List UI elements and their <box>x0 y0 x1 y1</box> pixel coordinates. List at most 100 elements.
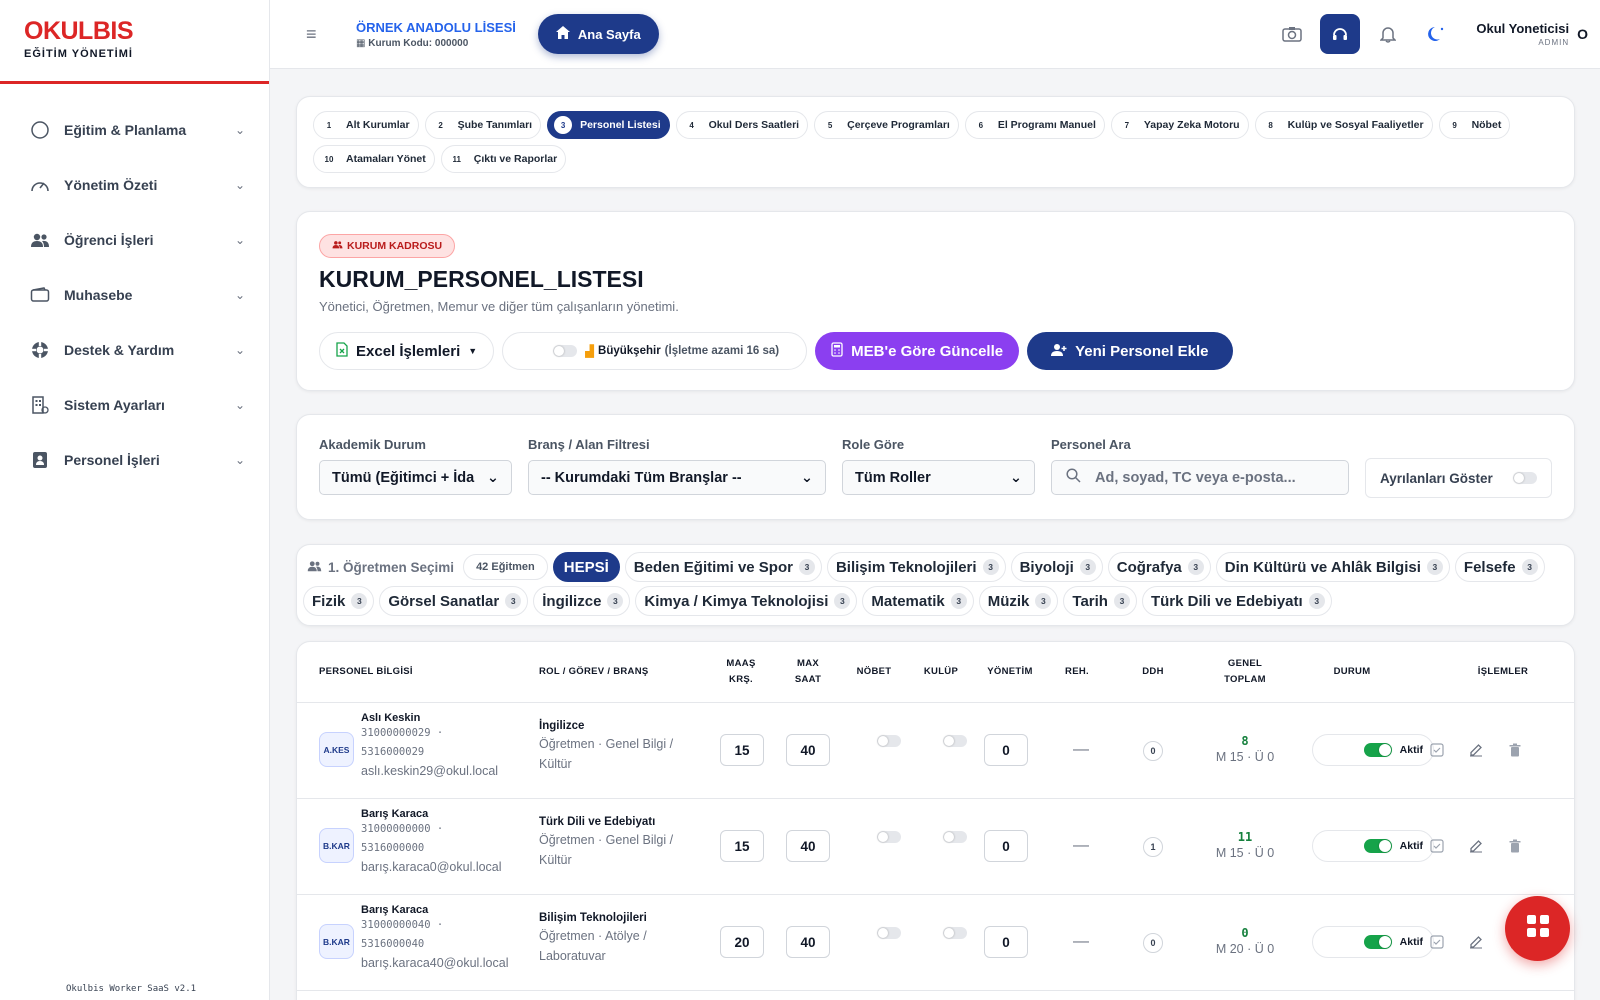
branch-chip[interactable]: Tarih 3 <box>1063 586 1137 616</box>
person-tc: 31000000029 <box>361 727 431 739</box>
excel-operations-button[interactable]: Excel İşlemleri ▼ <box>319 332 495 370</box>
admin-hours-input[interactable]: 0 <box>984 830 1028 862</box>
checklist-icon[interactable] <box>1429 934 1445 950</box>
duty-toggle[interactable] <box>877 735 901 747</box>
total-hours: 0 <box>1241 926 1249 940</box>
status-toggle[interactable]: Aktif <box>1312 830 1434 862</box>
trash-icon[interactable] <box>1507 742 1523 758</box>
club-toggle[interactable] <box>943 927 967 939</box>
search-input[interactable] <box>1095 469 1325 486</box>
show-departed-switch[interactable] <box>1513 472 1537 484</box>
club-toggle[interactable] <box>943 831 967 843</box>
admin-hours-input[interactable]: 0 <box>984 926 1028 958</box>
headset-icon[interactable] <box>1320 14 1361 54</box>
sidebar-item-destek-yardim[interactable]: Destek & Yardım ⌄ <box>0 322 269 377</box>
avatar[interactable]: O <box>1577 26 1588 42</box>
status-label: Aktif <box>1399 936 1423 948</box>
step-tab-10[interactable]: 10 Atamaları Yönet <box>313 145 435 173</box>
sidebar-item-egitim-planlama[interactable]: Eğitim & Planlama ⌄ <box>0 102 269 157</box>
max-hours-input[interactable]: 40 <box>786 830 830 862</box>
branch-chip[interactable]: Din Kültürü ve Ahlâk Bilgisi 3 <box>1215 552 1450 582</box>
add-personnel-button[interactable]: Yeni Personel Ekle <box>1027 332 1233 370</box>
branch-chip[interactable]: Müzik 3 <box>978 586 1059 616</box>
sidebar-item-sistem-ayarlari[interactable]: Sistem Ayarları ⌄ <box>0 377 269 432</box>
camera-icon[interactable] <box>1272 14 1312 54</box>
pay-input[interactable]: 20 <box>720 926 764 958</box>
step-tab-7[interactable]: 7 Yapay Zeka Motoru <box>1110 111 1249 139</box>
edit-icon[interactable] <box>1468 838 1484 854</box>
branch-chip[interactable]: Türk Dili ve Edebiyatı 3 <box>1141 586 1332 616</box>
apps-fab-button[interactable] <box>1505 896 1570 961</box>
pay-input[interactable]: 15 <box>720 734 764 766</box>
sidebar-item-personel-isleri[interactable]: Personel İşleri ⌄ <box>0 432 269 487</box>
sidebar-item-ogrenci-isleri[interactable]: Öğrenci İşleri ⌄ <box>0 212 269 267</box>
status-toggle[interactable]: Aktif <box>1312 926 1434 958</box>
max-hours-input[interactable]: 40 <box>786 926 830 958</box>
edit-icon[interactable] <box>1468 742 1484 758</box>
table-cell <box>1429 742 1445 758</box>
status-switch[interactable] <box>1363 935 1392 949</box>
branch-chip-all[interactable]: HEPSİ <box>552 552 620 582</box>
branch-chip[interactable]: Coğrafya 3 <box>1107 552 1211 582</box>
metropolitan-toggle[interactable]: ▟ Büyükşehir (İşletme azami 16 sa) <box>502 332 808 370</box>
duty-toggle[interactable] <box>877 831 901 843</box>
hamburger-menu-icon[interactable]: ≡ <box>306 24 326 45</box>
filters-card: Akademik Durum Tümü (Eğitimci + İda ⌄ Br… <box>296 414 1575 520</box>
table-cell <box>943 830 967 848</box>
role-select-value: Tüm Roller <box>855 469 931 486</box>
moon-icon[interactable] <box>1416 14 1456 54</box>
chevron-down-icon: ⌄ <box>234 397 245 412</box>
branch-chip[interactable]: Bilişim Teknolojileri 3 <box>826 552 1006 582</box>
sidebar-item-label: Sistem Ayarları <box>64 396 165 413</box>
brand[interactable]: OKULBIS EĞİTİM YÖNETİMİ <box>0 0 269 84</box>
branch-select[interactable]: -- Kurumdaki Tüm Branşlar -- ⌄ <box>528 460 826 495</box>
sidebar-item-muhasebe[interactable]: Muhasebe ⌄ <box>0 267 269 322</box>
branch-chip[interactable]: Felsefe 3 <box>1454 552 1545 582</box>
school-code-row: ▦ Kurum Kodu: 000000 <box>356 38 516 49</box>
step-tab-3[interactable]: 3 Personel Listesi <box>547 111 670 139</box>
branch-chip[interactable]: Matematik 3 <box>862 586 974 616</box>
guidance-value: — <box>1073 933 1089 950</box>
pay-input[interactable]: 15 <box>720 830 764 862</box>
metropolitan-switch[interactable] <box>553 345 578 357</box>
home-button[interactable]: Ana Sayfa <box>537 14 659 54</box>
ddh-badge[interactable]: 0 <box>1143 741 1163 761</box>
branch-chip[interactable]: İngilizce 3 <box>533 586 631 616</box>
step-tab-9[interactable]: 9 Nöbet <box>1438 111 1511 139</box>
ddh-badge[interactable]: 0 <box>1143 933 1163 953</box>
max-hours-input[interactable]: 40 <box>786 734 830 766</box>
chevron-down-icon: ⌄ <box>234 342 245 357</box>
show-departed-toggle[interactable]: Ayrılanları Göster <box>1365 458 1552 498</box>
checklist-icon[interactable] <box>1429 742 1445 758</box>
branch-chip[interactable]: Görsel Sanatlar 3 <box>379 586 529 616</box>
academic-select[interactable]: Tümü (Eğitimci + İda ⌄ <box>319 460 512 495</box>
duty-toggle[interactable] <box>877 927 901 939</box>
trash-icon[interactable] <box>1507 838 1523 854</box>
ddh-badge[interactable]: 1 <box>1143 837 1163 857</box>
status-switch[interactable] <box>1363 839 1392 853</box>
bell-icon[interactable] <box>1368 14 1408 54</box>
branch-chip[interactable]: Beden Eğitimi ve Spor 3 <box>624 552 822 582</box>
branch-chip[interactable]: Kimya / Kimya Teknolojisi 3 <box>635 586 858 616</box>
step-tab-2[interactable]: 2 Şube Tanımları <box>424 111 542 139</box>
step-tab-6[interactable]: 6 El Programı Manuel <box>964 111 1105 139</box>
step-tab-11[interactable]: 11 Çıktı ve Raporlar <box>440 145 567 173</box>
meb-update-button[interactable]: MEB'e Göre Güncelle <box>815 332 1020 370</box>
club-toggle[interactable] <box>943 735 967 747</box>
status-switch[interactable] <box>1363 743 1392 757</box>
step-tab-4[interactable]: 4 Okul Ders Saatleri <box>675 111 809 139</box>
status-toggle[interactable]: Aktif <box>1312 734 1434 766</box>
step-tab-1[interactable]: 1 Alt Kurumlar <box>313 111 419 139</box>
checklist-icon[interactable] <box>1429 838 1445 854</box>
branch-chip[interactable]: Biyoloji 3 <box>1010 552 1103 582</box>
person-name: Barış Karaca <box>361 808 429 820</box>
branch-chip[interactable]: Fizik 3 <box>303 586 375 616</box>
step-tab-5[interactable]: 5 Çerçeve Programları <box>814 111 959 139</box>
col-pay: MAAŞ KRŞ. <box>726 658 756 685</box>
user-info[interactable]: Okul Yoneticisi ADMIN <box>1476 21 1569 47</box>
admin-hours-input[interactable]: 0 <box>984 734 1028 766</box>
role-select[interactable]: Tüm Roller ⌄ <box>842 460 1035 495</box>
sidebar-item-yonetim-ozeti[interactable]: Yönetim Özeti ⌄ <box>0 157 269 212</box>
edit-icon[interactable] <box>1468 934 1484 950</box>
step-tab-8[interactable]: 8 Kulüp ve Sosyal Faaliyetler <box>1254 111 1433 139</box>
